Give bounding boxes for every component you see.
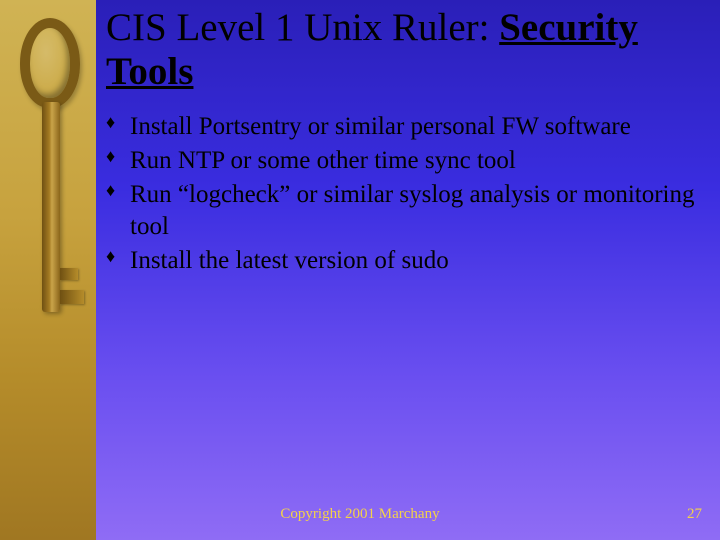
- sidebar-decoration: [0, 0, 96, 540]
- title-prefix: CIS Level 1 Unix Ruler:: [106, 6, 499, 49]
- list-item: Install the latest version of sudo: [106, 245, 710, 277]
- list-item: Run “logcheck” or similar syslog analysi…: [106, 179, 710, 243]
- list-item: Run NTP or some other time sync tool: [106, 145, 710, 177]
- bullet-text: Install Portsentry or similar personal F…: [130, 113, 631, 140]
- bullet-list: Install Portsentry or similar personal F…: [106, 111, 710, 277]
- bullet-text: Install the latest version of sudo: [130, 247, 449, 274]
- slide-footer: Copyright 2001 Marchany 27: [0, 506, 720, 530]
- footer-page-number: 27: [687, 506, 702, 523]
- slide-title: CIS Level 1 Unix Ruler: Security Tools: [106, 6, 710, 93]
- slide: CIS Level 1 Unix Ruler: Security Tools I…: [0, 0, 720, 540]
- slide-content: CIS Level 1 Unix Ruler: Security Tools I…: [106, 6, 710, 506]
- bullet-text: Run NTP or some other time sync tool: [130, 147, 516, 174]
- key-icon: [18, 18, 86, 338]
- footer-copyright: Copyright 2001 Marchany: [0, 506, 720, 523]
- list-item: Install Portsentry or similar personal F…: [106, 111, 710, 143]
- bullet-text: Run “logcheck” or similar syslog analysi…: [130, 181, 695, 240]
